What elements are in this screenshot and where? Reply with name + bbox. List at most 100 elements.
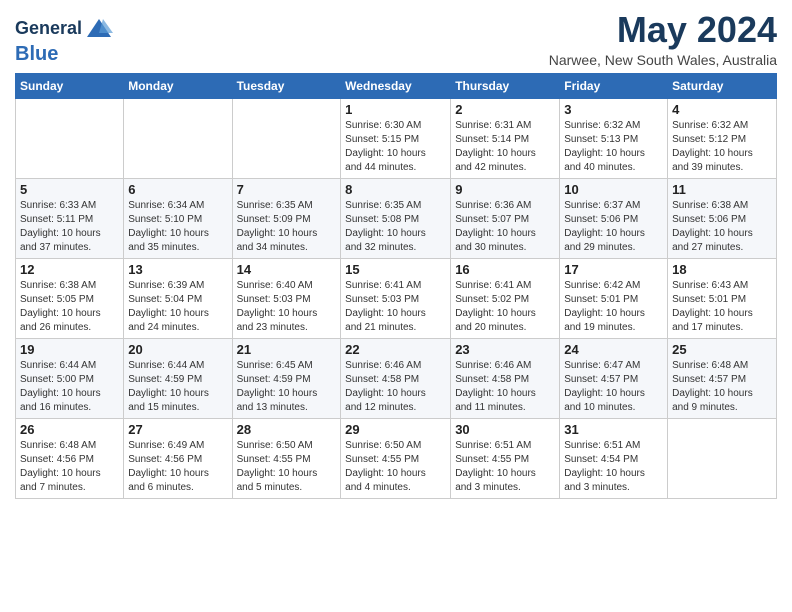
day-number: 30	[455, 422, 555, 437]
table-row: 8 Sunrise: 6:35 AMSunset: 5:08 PMDaylight…	[341, 178, 451, 258]
day-info: Sunrise: 6:32 AMSunset: 5:13 PMDaylight:…	[564, 119, 663, 175]
table-row: 5Sunrise: 6:33 AMSunset: 5:11 PMDaylight…	[16, 178, 124, 258]
day-number: 22	[345, 342, 446, 357]
day-info: Sunrise: 6:42 AMSunset: 5:01 PMDaylight:…	[564, 279, 663, 335]
calendar-table: Sunday Monday Tuesday Wednesday Thursday…	[15, 73, 777, 499]
day-number: 13	[128, 262, 227, 277]
col-friday: Friday	[560, 73, 668, 98]
day-info: Sunrise: 6:37 AMSunset: 5:06 PMDaylight:…	[564, 199, 663, 255]
table-row: 10 Sunrise: 6:37 AMSunset: 5:06 PMDayligh…	[560, 178, 668, 258]
day-info: Sunrise: 6:46 AMSunset: 4:58 PMDaylight:…	[345, 359, 446, 415]
table-row: 16 Sunrise: 6:41 AMSunset: 5:02 PMDayligh…	[451, 258, 560, 338]
page-header: General Blue May 2024 Narwee, New South …	[15, 10, 777, 68]
table-row	[232, 98, 341, 178]
day-number: 16	[455, 262, 555, 277]
table-row: 7 Sunrise: 6:35 AMSunset: 5:09 PMDaylight…	[232, 178, 341, 258]
day-number: 28	[237, 422, 337, 437]
day-number: 17	[564, 262, 663, 277]
table-row: 23 Sunrise: 6:46 AMSunset: 4:58 PMDayligh…	[451, 338, 560, 418]
day-info: Sunrise: 6:43 AMSunset: 5:01 PMDaylight:…	[672, 279, 772, 335]
day-number: 31	[564, 422, 663, 437]
calendar-week-row: 19 Sunrise: 6:44 AMSunset: 5:00 PMDayligh…	[16, 338, 777, 418]
calendar-week-row: 26Sunrise: 6:48 AMSunset: 4:56 PMDayligh…	[16, 418, 777, 498]
day-number: 7	[237, 182, 337, 197]
day-number: 27	[128, 422, 227, 437]
table-row: 3 Sunrise: 6:32 AMSunset: 5:13 PMDaylight…	[560, 98, 668, 178]
day-info: Sunrise: 6:51 AMSunset: 4:55 PMDaylight:…	[455, 439, 555, 495]
table-row: 31 Sunrise: 6:51 AMSunset: 4:54 PMDayligh…	[560, 418, 668, 498]
table-row: 29Sunrise: 6:50 AMSunset: 4:55 PMDayligh…	[341, 418, 451, 498]
col-thursday: Thursday	[451, 73, 560, 98]
logo: General Blue	[15, 15, 113, 65]
day-number: 14	[237, 262, 337, 277]
day-number: 19	[20, 342, 119, 357]
logo-icon	[85, 15, 113, 43]
table-row: 1Sunrise: 6:30 AMSunset: 5:15 PMDaylight…	[341, 98, 451, 178]
calendar-week-row: 12 Sunrise: 6:38 AMSunset: 5:05 PMDayligh…	[16, 258, 777, 338]
day-info: Sunrise: 6:44 AMSunset: 4:59 PMDaylight:…	[128, 359, 227, 415]
table-row: 13Sunrise: 6:39 AMSunset: 5:04 PMDayligh…	[124, 258, 232, 338]
day-info: Sunrise: 6:38 AMSunset: 5:05 PMDaylight:…	[20, 279, 119, 335]
day-number: 1	[345, 102, 446, 117]
day-number: 24	[564, 342, 663, 357]
day-number: 3	[564, 102, 663, 117]
day-number: 23	[455, 342, 555, 357]
day-number: 5	[20, 182, 119, 197]
table-row	[124, 98, 232, 178]
table-row: 11 Sunrise: 6:38 AMSunset: 5:06 PMDayligh…	[668, 178, 777, 258]
day-info: Sunrise: 6:47 AMSunset: 4:57 PMDaylight:…	[564, 359, 663, 415]
day-number: 18	[672, 262, 772, 277]
table-row	[16, 98, 124, 178]
day-info: Sunrise: 6:51 AMSunset: 4:54 PMDaylight:…	[564, 439, 663, 495]
table-row: 15Sunrise: 6:41 AMSunset: 5:03 PMDayligh…	[341, 258, 451, 338]
day-number: 6	[128, 182, 227, 197]
day-number: 9	[455, 182, 555, 197]
day-number: 8	[345, 182, 446, 197]
logo-text: General	[15, 15, 113, 43]
day-number: 29	[345, 422, 446, 437]
day-number: 4	[672, 102, 772, 117]
table-row: 4 Sunrise: 6:32 AMSunset: 5:12 PMDaylight…	[668, 98, 777, 178]
day-info: Sunrise: 6:31 AMSunset: 5:14 PMDaylight:…	[455, 119, 555, 175]
day-info: Sunrise: 6:32 AMSunset: 5:12 PMDaylight:…	[672, 119, 772, 175]
table-row: 19 Sunrise: 6:44 AMSunset: 5:00 PMDayligh…	[16, 338, 124, 418]
day-info: Sunrise: 6:34 AMSunset: 5:10 PMDaylight:…	[128, 199, 227, 255]
day-number: 10	[564, 182, 663, 197]
table-row: 28 Sunrise: 6:50 AMSunset: 4:55 PMDayligh…	[232, 418, 341, 498]
table-row: 12 Sunrise: 6:38 AMSunset: 5:05 PMDayligh…	[16, 258, 124, 338]
table-row: 26Sunrise: 6:48 AMSunset: 4:56 PMDayligh…	[16, 418, 124, 498]
day-info: Sunrise: 6:41 AMSunset: 5:02 PMDaylight:…	[455, 279, 555, 335]
day-info: Sunrise: 6:44 AMSunset: 5:00 PMDaylight:…	[20, 359, 119, 415]
day-info: Sunrise: 6:35 AMSunset: 5:08 PMDaylight:…	[345, 199, 446, 255]
day-number: 15	[345, 262, 446, 277]
day-info: Sunrise: 6:35 AMSunset: 5:09 PMDaylight:…	[237, 199, 337, 255]
table-row: 25Sunrise: 6:48 AMSunset: 4:57 PMDayligh…	[668, 338, 777, 418]
table-row: 24 Sunrise: 6:47 AMSunset: 4:57 PMDayligh…	[560, 338, 668, 418]
day-info: Sunrise: 6:38 AMSunset: 5:06 PMDaylight:…	[672, 199, 772, 255]
day-info: Sunrise: 6:50 AMSunset: 4:55 PMDaylight:…	[237, 439, 337, 495]
day-info: Sunrise: 6:45 AMSunset: 4:59 PMDaylight:…	[237, 359, 337, 415]
table-row: 9Sunrise: 6:36 AMSunset: 5:07 PMDaylight…	[451, 178, 560, 258]
main-title: May 2024	[549, 10, 777, 50]
calendar-week-row: 5Sunrise: 6:33 AMSunset: 5:11 PMDaylight…	[16, 178, 777, 258]
table-row: 21 Sunrise: 6:45 AMSunset: 4:59 PMDayligh…	[232, 338, 341, 418]
day-number: 21	[237, 342, 337, 357]
col-sunday: Sunday	[16, 73, 124, 98]
table-row	[668, 418, 777, 498]
day-number: 20	[128, 342, 227, 357]
table-row: 14Sunrise: 6:40 AMSunset: 5:03 PMDayligh…	[232, 258, 341, 338]
day-info: Sunrise: 6:46 AMSunset: 4:58 PMDaylight:…	[455, 359, 555, 415]
table-row: 18 Sunrise: 6:43 AMSunset: 5:01 PMDayligh…	[668, 258, 777, 338]
day-number: 2	[455, 102, 555, 117]
table-row: 22 Sunrise: 6:46 AMSunset: 4:58 PMDayligh…	[341, 338, 451, 418]
table-row: 6 Sunrise: 6:34 AMSunset: 5:10 PMDaylight…	[124, 178, 232, 258]
day-number: 25	[672, 342, 772, 357]
table-row: 17 Sunrise: 6:42 AMSunset: 5:01 PMDayligh…	[560, 258, 668, 338]
title-block: May 2024 Narwee, New South Wales, Austra…	[549, 10, 777, 68]
day-info: Sunrise: 6:49 AMSunset: 4:56 PMDaylight:…	[128, 439, 227, 495]
day-number: 11	[672, 182, 772, 197]
day-number: 26	[20, 422, 119, 437]
table-row: 27 Sunrise: 6:49 AMSunset: 4:56 PMDayligh…	[124, 418, 232, 498]
calendar-week-row: 1Sunrise: 6:30 AMSunset: 5:15 PMDaylight…	[16, 98, 777, 178]
day-number: 12	[20, 262, 119, 277]
